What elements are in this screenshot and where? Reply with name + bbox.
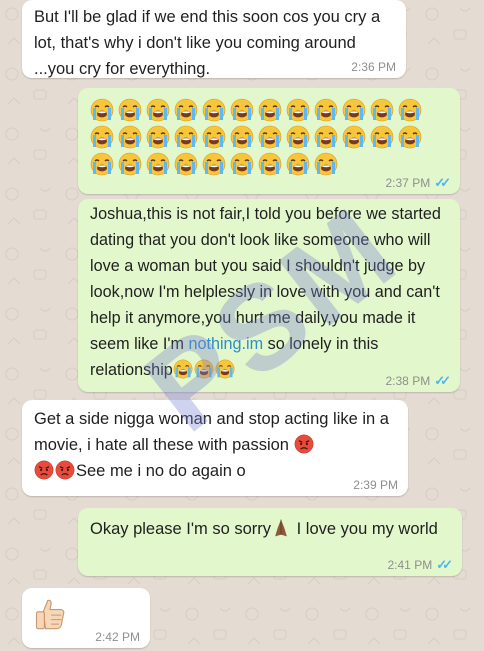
- loudly-crying-face-icon: [230, 152, 254, 176]
- message-time: 2:41 PM: [387, 558, 433, 572]
- message-text: Get a side nigga woman and stop acting l…: [34, 410, 394, 480]
- folded-hands-icon: [271, 518, 291, 538]
- message-bubble-outgoing[interactable]: 2:37 PM ✓✓: [78, 88, 460, 194]
- message-time: 2:39 PM: [353, 478, 398, 492]
- loudly-crying-face-icon: [146, 98, 170, 122]
- loudly-crying-face-icon: [194, 359, 214, 379]
- message-time: 2:36 PM: [351, 60, 396, 74]
- loudly-crying-face-icon: [118, 98, 142, 122]
- loudly-crying-face-icon: [173, 359, 193, 379]
- loudly-crying-face-icon: [146, 125, 170, 149]
- loudly-crying-face-icon: [286, 98, 310, 122]
- loudly-crying-face-icon: [215, 359, 235, 379]
- loudly-crying-face-icon: [174, 125, 198, 149]
- loudly-crying-face-icon: [314, 152, 338, 176]
- loudly-crying-face-icon: [398, 98, 422, 122]
- loudly-crying-face-icon: [230, 125, 254, 149]
- loudly-crying-face-icon: [314, 125, 338, 149]
- emoji-group: [173, 359, 236, 379]
- loudly-crying-face-icon: [286, 152, 310, 176]
- message-time: 2:37 PM: [385, 176, 431, 190]
- message-text: Joshua,this is not fair,I told you befor…: [90, 205, 446, 379]
- loudly-crying-face-icon: [118, 125, 142, 149]
- angry-face-icon: [55, 460, 75, 480]
- message-bubble-incoming[interactable]: 2:42 PM: [22, 588, 150, 648]
- loudly-crying-face-icon: [370, 125, 394, 149]
- message-link[interactable]: nothing.im: [188, 335, 263, 353]
- message-time: 2:42 PM: [95, 630, 140, 644]
- loudly-crying-face-icon: [146, 152, 170, 176]
- loudly-crying-face-icon: [314, 98, 338, 122]
- loudly-crying-face-icon: [118, 152, 142, 176]
- read-receipt-icon: ✓✓: [436, 557, 453, 572]
- loudly-crying-face-icon: [258, 152, 282, 176]
- loudly-crying-face-icon: [342, 125, 366, 149]
- loudly-crying-face-icon: [174, 152, 198, 176]
- message-bubble-outgoing[interactable]: Joshua,this is not fair,I told you befor…: [78, 199, 460, 392]
- loudly-crying-face-icon: [342, 98, 366, 122]
- loudly-crying-face-icon: [258, 98, 282, 122]
- read-receipt-icon: ✓✓: [434, 373, 451, 388]
- loudly-crying-face-icon: [90, 152, 114, 176]
- thumbs-up-icon: [32, 596, 68, 640]
- message-text: Okay please I'm so sorry I love you my w…: [90, 518, 438, 538]
- read-receipt-icon: ✓✓: [434, 175, 451, 190]
- loudly-crying-face-icon: [202, 152, 226, 176]
- loudly-crying-face-icon: [90, 98, 114, 122]
- message-bubble-outgoing[interactable]: Okay please I'm so sorry I love you my w…: [78, 508, 462, 576]
- loudly-crying-face-icon: [174, 98, 198, 122]
- loudly-crying-face-icon: [202, 98, 226, 122]
- angry-face-icon: [34, 460, 54, 480]
- loudly-crying-face-icon: [370, 98, 394, 122]
- loudly-crying-face-icon: [230, 98, 254, 122]
- emoji-group: [90, 98, 440, 176]
- loudly-crying-face-icon: [398, 125, 422, 149]
- loudly-crying-face-icon: [90, 125, 114, 149]
- message-text: But I'll be glad if we end this soon cos…: [34, 8, 385, 78]
- message-time: 2:38 PM: [385, 374, 431, 388]
- angry-face-icon: [294, 434, 314, 454]
- message-bubble-incoming[interactable]: Get a side nigga woman and stop acting l…: [22, 400, 408, 496]
- message-bubble-incoming[interactable]: But I'll be glad if we end this soon cos…: [22, 0, 406, 78]
- loudly-crying-face-icon: [202, 125, 226, 149]
- loudly-crying-face-icon: [286, 125, 310, 149]
- loudly-crying-face-icon: [258, 125, 282, 149]
